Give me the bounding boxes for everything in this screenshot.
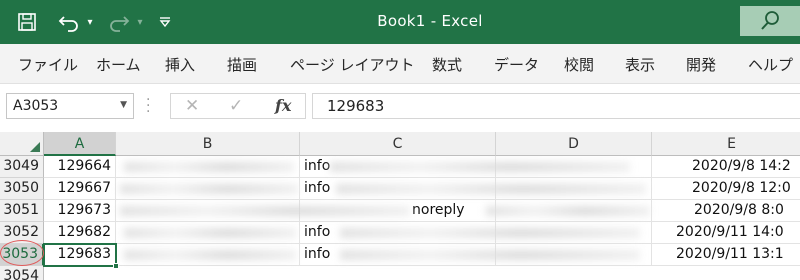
tab-page-layout[interactable]: ページ レイアウト xyxy=(290,54,414,75)
cell-a[interactable]: 129673 xyxy=(44,200,116,222)
insert-function-icon[interactable]: fx xyxy=(275,96,291,115)
redacted-content xyxy=(124,162,294,172)
row-header[interactable]: 3054 xyxy=(0,266,44,280)
column-header-e[interactable]: E xyxy=(652,132,800,156)
save-icon[interactable] xyxy=(14,10,40,34)
cell-e[interactable]: 2020/9/11 13:1 xyxy=(652,244,800,266)
name-box-value: A3053 xyxy=(13,98,59,114)
tab-insert[interactable]: 挿入 xyxy=(165,54,195,75)
search-icon xyxy=(761,11,779,30)
tab-developer[interactable]: 開発 xyxy=(686,54,716,75)
redacted-content xyxy=(336,184,646,194)
tab-draw[interactable]: 描画 xyxy=(227,54,257,75)
tab-view[interactable]: 表示 xyxy=(625,54,655,75)
redacted-content xyxy=(120,206,410,216)
tab-review[interactable]: 校閲 xyxy=(564,54,594,75)
redacted-content xyxy=(330,162,630,172)
redacted-content xyxy=(340,228,640,238)
formula-bar: A3053 ▼ · · · ✕ ✓ fx 129683 xyxy=(0,84,800,132)
annotation-circle xyxy=(0,240,44,266)
row-header[interactable]: 3051 xyxy=(0,200,44,222)
redo-icon[interactable] xyxy=(106,10,132,34)
select-all-button[interactable] xyxy=(0,132,44,156)
tab-file[interactable]: ファイル xyxy=(18,54,78,75)
column-header-d[interactable]: D xyxy=(496,132,652,156)
row-header[interactable]: 3050 xyxy=(0,178,44,200)
column-header-a[interactable]: A xyxy=(44,132,116,156)
title-bar: ▾ ▾ Book1 - Excel xyxy=(0,0,800,44)
drag-handle-icon[interactable]: · · · xyxy=(146,93,150,119)
formula-input[interactable]: 129683 xyxy=(312,93,800,119)
cell-e[interactable]: 2020/9/11 14:0 xyxy=(652,222,800,244)
search-button[interactable] xyxy=(740,6,800,36)
cell-e[interactable]: 2020/9/8 12:0 xyxy=(652,178,800,200)
window-title: Book1 - Excel xyxy=(377,12,483,30)
cell-e[interactable]: 2020/9/8 14:2 xyxy=(652,156,800,178)
formula-bar-buttons: ✕ ✓ fx xyxy=(170,93,306,119)
tab-formulas[interactable]: 数式 xyxy=(432,54,462,75)
redacted-content xyxy=(120,184,298,194)
enter-icon[interactable]: ✓ xyxy=(229,96,243,116)
column-header-b[interactable]: B xyxy=(116,132,300,156)
tab-home[interactable]: ホーム xyxy=(96,54,141,75)
undo-dropdown-icon[interactable]: ▾ xyxy=(84,10,96,34)
redacted-content xyxy=(340,250,640,260)
tab-help[interactable]: ヘルプ xyxy=(748,54,793,75)
undo-icon[interactable] xyxy=(56,10,82,34)
cancel-icon[interactable]: ✕ xyxy=(185,96,199,116)
cell-a[interactable]: 129683 xyxy=(44,244,116,266)
redo-dropdown-icon[interactable]: ▾ xyxy=(134,10,146,34)
redacted-content xyxy=(486,206,650,216)
cell-a[interactable]: 129667 xyxy=(44,178,116,200)
select-all-icon xyxy=(30,142,40,152)
redacted-content xyxy=(124,250,296,260)
redacted-content xyxy=(124,228,296,238)
name-box[interactable]: A3053 ▼ xyxy=(6,93,134,119)
row-header[interactable]: 3049 xyxy=(0,156,44,178)
customize-quick-access-icon[interactable] xyxy=(158,10,172,34)
cell-a[interactable]: 129664 xyxy=(44,156,116,178)
worksheet-grid: A B C D E 3049 129664 info 2020/9/8 14:2… xyxy=(0,132,800,280)
column-header-c[interactable]: C xyxy=(300,132,496,156)
cell-e[interactable]: 2020/9/8 8:0 xyxy=(652,200,800,222)
name-box-dropdown-icon[interactable]: ▼ xyxy=(120,100,127,110)
tab-data[interactable]: データ xyxy=(494,54,539,75)
ribbon-tabs: ファイル ホーム 挿入 描画 ページ レイアウト 数式 データ 校閲 表示 開発… xyxy=(0,44,800,84)
cell-a[interactable]: 129682 xyxy=(44,222,116,244)
